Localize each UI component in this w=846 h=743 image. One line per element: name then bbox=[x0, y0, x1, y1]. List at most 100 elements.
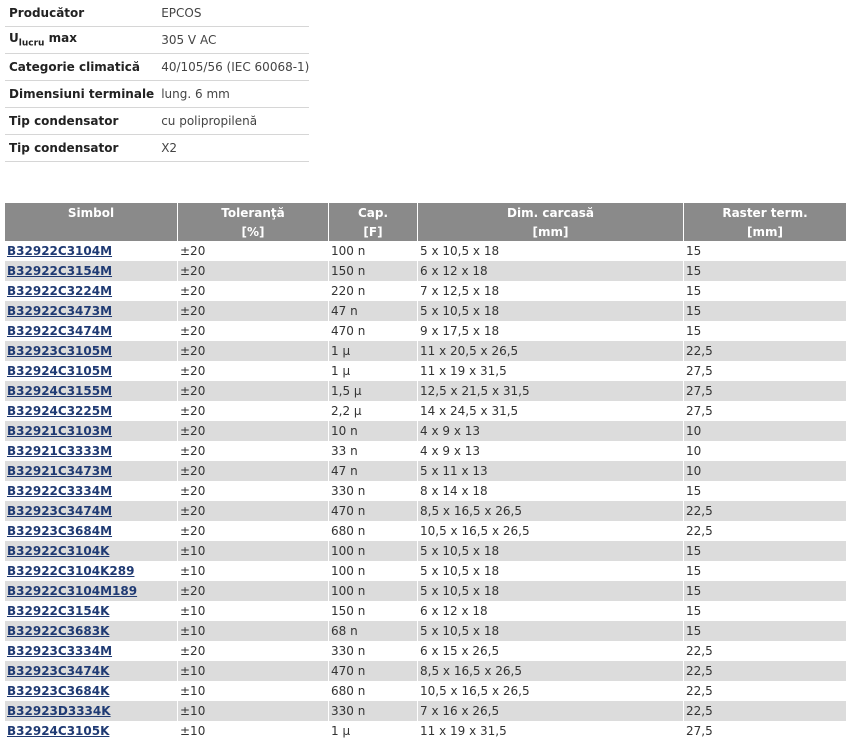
spec-label-text: Categorie climatică bbox=[9, 60, 140, 74]
cell-dimensiuni-carcasa: 5 x 10,5 x 18 bbox=[418, 241, 684, 261]
product-link[interactable]: B32922C3683K bbox=[7, 624, 109, 638]
table-row: B32922C3104M ±20 100 n5 x 10,5 x 18 15 bbox=[5, 241, 846, 261]
product-link[interactable]: B32922C3104M189 bbox=[7, 584, 137, 598]
cell-capacitate: 10 n bbox=[329, 421, 418, 441]
product-link[interactable]: B32924C3155M bbox=[7, 384, 112, 398]
cell-capacitate: 100 n bbox=[329, 561, 418, 581]
cell-simbol: B32923C3334M bbox=[5, 641, 178, 661]
table-row: B32922C3683K ±10 68 n5 x 10,5 x 18 15 bbox=[5, 621, 846, 641]
cell-simbol: B32923C3684M bbox=[5, 521, 178, 541]
product-link[interactable]: B32923C3334M bbox=[7, 644, 112, 658]
cell-capacitate: 470 n bbox=[329, 661, 418, 681]
product-link[interactable]: B32923C3105M bbox=[7, 344, 112, 358]
table-row: B32921C3473M ±20 47 n5 x 11 x 13 10 bbox=[5, 461, 846, 481]
cell-simbol: B32922C3474M bbox=[5, 321, 178, 341]
unit-simbol bbox=[5, 222, 178, 241]
product-link[interactable]: B32922C3104K289 bbox=[7, 564, 134, 578]
product-link[interactable]: B32922C3334M bbox=[7, 484, 112, 498]
cell-raster-terminale: 27,5 bbox=[686, 364, 713, 378]
spec-label: Dimensiuni terminale bbox=[5, 80, 155, 108]
spec-row: Tip condensator X2 bbox=[5, 134, 310, 162]
cell-simbol: B32924C3105M bbox=[5, 361, 178, 381]
product-link[interactable]: B32922C3224M bbox=[7, 284, 112, 298]
product-link[interactable]: B32922C3104K bbox=[7, 544, 109, 558]
header-cap[interactable]: Cap. bbox=[329, 203, 418, 222]
cell-dimensiuni-carcasa: 11 x 19 x 31,5 bbox=[418, 361, 684, 381]
table-row: B32923C3334M ±20 330 n6 x 15 x 26,5 22,5 bbox=[5, 641, 846, 661]
spec-label: Categorie climatică bbox=[5, 53, 155, 81]
product-link[interactable]: B32922C3104M bbox=[7, 244, 112, 258]
cell-simbol: B32923C3474K bbox=[5, 661, 178, 681]
product-link[interactable]: B32922C3154K bbox=[7, 604, 109, 618]
cell-capacitate: 100 n bbox=[329, 241, 418, 261]
product-link[interactable]: B32921C3473M bbox=[7, 464, 112, 478]
spec-value: cu polipropilenă bbox=[154, 107, 310, 135]
product-link[interactable]: B32924C3225M bbox=[7, 404, 112, 418]
cell-toleranta: ±20 bbox=[178, 361, 329, 381]
table-row: B32921C3103M ±20 10 n4 x 9 x 13 10 bbox=[5, 421, 846, 441]
cell-capacitate: 33 n bbox=[329, 441, 418, 461]
cell-dimensiuni-carcasa: 8,5 x 16,5 x 26,5 bbox=[418, 501, 684, 521]
cell-toleranta: ±20 bbox=[178, 281, 329, 301]
cell-capacitate: 330 n bbox=[329, 641, 418, 661]
product-link[interactable]: B32924C3105M bbox=[7, 364, 112, 378]
product-link[interactable]: B32922C3474M bbox=[7, 324, 112, 338]
spec-value: lung. 6 mm bbox=[154, 80, 310, 108]
cell-toleranta: ±20 bbox=[178, 381, 329, 401]
cell-raster-terminale: 27,5 bbox=[686, 724, 713, 738]
product-link[interactable]: B32923D3334K bbox=[7, 704, 111, 718]
products-table: Simbol Toleranţă Cap. Dim. carcasă Raste… bbox=[5, 203, 846, 741]
cell-capacitate: 470 n bbox=[329, 321, 418, 341]
table-row: B32924C3155M ±20 1,5 µ 12,5 x 21,5 x 31,5 27… bbox=[5, 381, 846, 401]
product-link[interactable]: B32921C3103M bbox=[7, 424, 112, 438]
table-row: B32923C3474M ±20 470 n 8,5 x 16,5 x 26,5 22,… bbox=[5, 501, 846, 521]
cell-capacitate: 220 n bbox=[329, 281, 418, 301]
spec-row: Categorie climatică 40/105/56 (IEC 60068-… bbox=[5, 53, 310, 81]
product-link[interactable]: B32924C3105K bbox=[7, 724, 109, 738]
cell-simbol: B32921C3333M bbox=[5, 441, 178, 461]
table-row: B32922C3334M ±20 330 n8 x 14 x 18 15 bbox=[5, 481, 846, 501]
units-row: [%] [F] [mm] [mm] bbox=[5, 222, 846, 241]
cell-dimensiuni-carcasa: 5 x 10,5 x 18 bbox=[418, 301, 684, 321]
cell-raster-terminale: 22,5 bbox=[684, 701, 846, 721]
product-link[interactable]: B32923C3474M bbox=[7, 504, 112, 518]
cell-capacitate: 68 n bbox=[329, 621, 418, 641]
cell-toleranta: ±20 bbox=[178, 441, 329, 461]
header-toleranta[interactable]: Toleranţă bbox=[178, 203, 329, 222]
cell-toleranta: ±20 bbox=[178, 261, 329, 281]
spec-row: Ulucru max 305 V AC bbox=[5, 26, 310, 54]
cell-dimensiuni-carcasa: 10,5 x 16,5 x 26,5 bbox=[418, 521, 684, 541]
product-link[interactable]: B32922C3473M bbox=[7, 304, 112, 318]
cell-toleranta: ±20 bbox=[178, 241, 329, 261]
product-link[interactable]: B32923C3684M bbox=[7, 524, 112, 538]
cell-raster-terminale: 10 bbox=[684, 421, 846, 441]
spec-label: Tip condensator bbox=[5, 134, 155, 162]
spec-label-subscript: lucru bbox=[18, 38, 45, 49]
cell-dimensiuni-carcasa: 6 x 12 x 18 bbox=[418, 601, 684, 621]
cell-toleranta: ±20 bbox=[178, 321, 329, 341]
cell-raster-terminale: 15 bbox=[684, 261, 846, 281]
table-row: B32923C3474K ±10 470 n 8,5 x 16,5 x 26,5 22,… bbox=[5, 661, 846, 681]
product-link[interactable]: B32921C3333M bbox=[7, 444, 112, 458]
cell-raster-terminale: 15 bbox=[684, 301, 846, 321]
spec-label-text: U bbox=[9, 31, 19, 46]
product-link[interactable]: B32922C3154M bbox=[7, 264, 112, 278]
product-link[interactable]: B32923C3474K bbox=[7, 664, 109, 678]
table-row: B32923C3105M ±20 1 µ 11 x 20,5 x 26,5 22,5 bbox=[5, 341, 846, 361]
product-link[interactable]: B32923C3684K bbox=[7, 684, 109, 698]
spec-value: 40/105/56 (IEC 60068-1) bbox=[154, 53, 310, 81]
header-simbol[interactable]: Simbol bbox=[5, 203, 178, 222]
cell-dimensiuni-carcasa: 14 x 24,5 x 31,5 bbox=[418, 401, 684, 421]
cell-raster-terminale: 22,5 bbox=[686, 684, 713, 698]
header-dim-carcasa[interactable]: Dim. carcasă bbox=[418, 203, 684, 222]
cell-simbol: B32923D3334K bbox=[5, 701, 178, 721]
cell-raster-terminale: 15 bbox=[686, 284, 702, 298]
cell-dimensiuni-carcasa: 8 x 14 x 18 bbox=[418, 481, 684, 501]
cell-capacitate: 150 n bbox=[329, 601, 418, 621]
header-raster-term[interactable]: Raster term. bbox=[684, 203, 846, 222]
cell-toleranta: ±20 bbox=[178, 341, 329, 361]
cell-toleranta: ±10 bbox=[178, 601, 329, 621]
table-row: B32924C3105M ±20 1 µ 11 x 19 x 31,5 27,5 bbox=[5, 361, 846, 381]
cell-simbol: B32922C3104M189 bbox=[5, 581, 178, 601]
cell-capacitate: 1 µ bbox=[329, 721, 418, 741]
